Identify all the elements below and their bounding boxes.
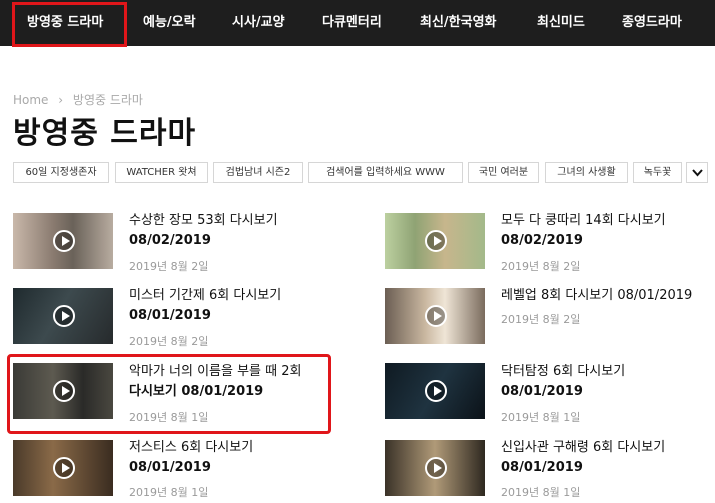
play-icon — [425, 230, 447, 252]
post-date: 2019년 8월 2일 — [501, 260, 581, 273]
post-thumbnail[interactable] — [385, 363, 485, 419]
post-date: 2019년 8월 2일 — [129, 335, 209, 348]
active-nav-highlight — [12, 2, 127, 47]
post-title[interactable]: 레벨업 8회 다시보기 08/01/2019 — [501, 286, 692, 306]
nav-item-us-drama[interactable]: 최신미드 — [537, 0, 585, 46]
breadcrumb-home[interactable]: Home — [13, 93, 48, 107]
breadcrumb-current: 방영중 드라마 — [72, 93, 143, 107]
tag-her-private-life[interactable]: 그녀의 사생활 — [545, 162, 628, 183]
nav-item-korean-movies[interactable]: 최신/한국영화 — [420, 0, 497, 46]
nav-item-documentary[interactable]: 다큐멘터리 — [322, 0, 382, 46]
tag-prosecutor[interactable]: 검법남녀 시즌2 — [213, 162, 303, 183]
post-date: 2019년 8월 1일 — [501, 486, 581, 499]
post-title[interactable]: 수상한 장모 53회 다시보기 08/02/2019 — [129, 211, 278, 251]
tag-www[interactable]: 검색어를 입력하세요 WWW — [308, 162, 463, 183]
nav-item-current-affairs[interactable]: 시사/교양 — [232, 0, 285, 46]
post-title[interactable]: 닥터탐정 6회 다시보기 08/01/2019 — [501, 362, 625, 402]
play-icon — [53, 230, 75, 252]
post-date: 2019년 8월 1일 — [129, 486, 209, 499]
nav-item-ended-drama[interactable]: 종영드라마 — [622, 0, 682, 46]
breadcrumb: Home › 방영중 드라마 — [13, 91, 149, 108]
post-thumbnail[interactable] — [13, 213, 113, 269]
post-thumbnail[interactable] — [385, 213, 485, 269]
post-thumbnail[interactable] — [385, 440, 485, 496]
play-icon — [425, 380, 447, 402]
post-date: 2019년 8월 2일 — [501, 313, 581, 326]
post-title[interactable]: 저스티스 6회 다시보기 08/01/2019 — [129, 438, 253, 478]
post-title[interactable]: 신입사관 구해령 6회 다시보기 08/01/2019 — [501, 438, 665, 478]
play-icon — [53, 457, 75, 479]
tags-toggle-button[interactable] — [686, 162, 708, 183]
post-thumbnail[interactable] — [13, 288, 113, 344]
nav-item-variety[interactable]: 예능/오락 — [143, 0, 196, 46]
play-icon — [425, 457, 447, 479]
post-date: 2019년 8월 2일 — [129, 260, 209, 273]
tag-citizens[interactable]: 국민 여러분 — [468, 162, 539, 183]
post-thumbnail[interactable] — [385, 288, 485, 344]
selection-highlight — [7, 354, 331, 434]
post-thumbnail[interactable] — [13, 440, 113, 496]
post-date: 2019년 8월 1일 — [501, 411, 581, 424]
tag-nokdu[interactable]: 녹두꽃 — [633, 162, 682, 183]
chevron-down-icon — [692, 169, 703, 177]
page-title: 방영중 드라마 — [13, 116, 197, 151]
post-title[interactable]: 미스터 기간제 6회 다시보기 08/01/2019 — [129, 286, 281, 326]
breadcrumb-separator: › — [58, 93, 64, 107]
play-icon — [53, 305, 75, 327]
play-icon — [425, 305, 447, 327]
tag-watcher[interactable]: WATCHER 왓쳐 — [115, 162, 208, 183]
post-title[interactable]: 모두 다 쿵따리 14회 다시보기 08/02/2019 — [501, 211, 666, 251]
tag-60days[interactable]: 60일 지정생존자 — [13, 162, 109, 183]
